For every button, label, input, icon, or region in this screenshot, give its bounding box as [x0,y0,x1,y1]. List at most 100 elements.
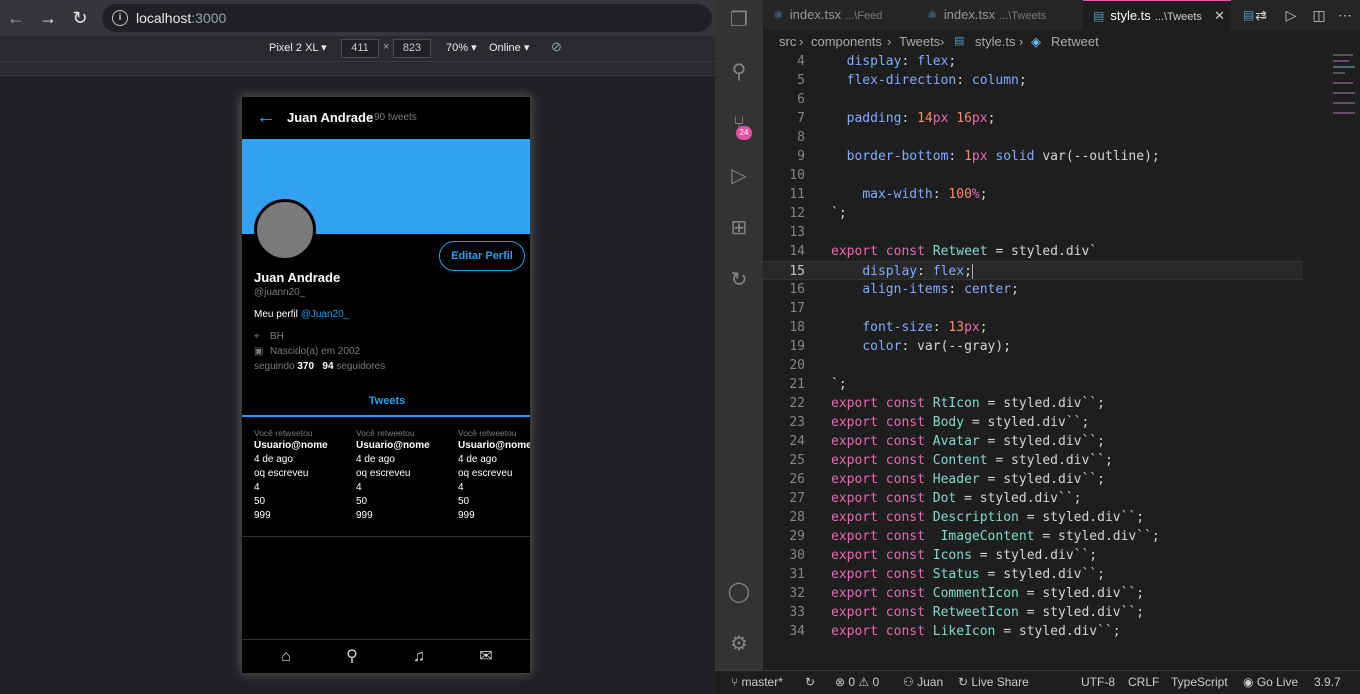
split-editor-icon[interactable]: ◫ [1308,4,1330,26]
viewport-width-input[interactable]: 411 [341,39,379,58]
live-share-icon[interactable]: ↻ [727,268,751,292]
browser-window: ← → ↻ i localhost:3000 Pixel 2 XL ▾ 411 … [0,0,715,694]
line-number: 33 [789,605,805,620]
run-debug-icon[interactable]: ▷ [727,164,751,188]
code-line[interactable]: 29 export const ImageContent = styled.div… [763,527,1303,546]
code-line[interactable]: 5 flex-direction: column; [763,71,1303,90]
code-line[interactable]: 7 padding: 14px 16px; [763,109,1303,128]
eol-indicator[interactable]: CRLF [1128,675,1159,689]
settings-gear-icon[interactable]: ⚙ [727,632,751,656]
line-number: 4 [797,54,805,69]
device-select[interactable]: Pixel 2 XL ▾ [269,41,327,54]
code-line[interactable]: 16 align-items: center; [763,280,1303,299]
code-editor[interactable]: 4 display: flex; 5 flex-direction: column… [763,52,1360,670]
git-branch[interactable]: ⑂ master* [731,675,783,689]
status-bar: ⑂ master* ↻ ⊗ 0 ⚠ 0 ⚇ Juan ↻ Live Share … [715,670,1360,694]
code-line[interactable]: 11 max-width: 100%; [763,185,1303,204]
code-line[interactable]: 24 export const Avatar = styled.div``; [763,432,1303,451]
edit-profile-button[interactable]: Editar Perfil [439,241,525,271]
breadcrumb-item[interactable]: Retweet [1051,34,1099,49]
minimap-line [1333,72,1345,74]
code-line[interactable]: 20 [763,356,1303,375]
code-line[interactable]: 31 export const Status = styled.div``; [763,565,1303,584]
editor-tabs: ⚛ index.tsx ...\Feed ⚛ index.tsx ...\Tweets … [763,0,1360,30]
code-line[interactable]: 33 export const RetweetIcon = styled.div`… [763,603,1303,622]
breadcrumb-item[interactable]: Tweets [899,34,940,49]
line-number: 9 [797,149,805,164]
back-arrow-icon[interactable]: ← [4,6,28,30]
line-number: 12 [789,206,805,221]
code-line[interactable]: 17 [763,299,1303,318]
line-number: 10 [789,168,805,183]
code-line[interactable]: 10 [763,166,1303,185]
viewport-height-input[interactable]: 823 [393,39,431,58]
code-line[interactable]: 25 export const Content = styled.div``; [763,451,1303,470]
code-line[interactable]: 14 export const Retweet = styled.div` [763,242,1303,261]
code-line[interactable]: 32 export const CommentIcon = styled.div`… [763,584,1303,603]
user-indicator[interactable]: ⚇ Juan [903,675,943,689]
search-icon[interactable]: ⚲ [727,60,751,84]
mail-icon[interactable]: ✉ [475,646,497,668]
rotate-icon[interactable]: ⊘ [551,39,562,55]
code-line[interactable]: 30 export const Icons = styled.div``; [763,546,1303,565]
code-line[interactable]: 6 [763,90,1303,109]
code-line[interactable]: 34 export const LikeIcon = styled.div``; [763,622,1303,641]
account-icon[interactable]: ◯ [727,580,751,604]
tab-index-feed[interactable]: ⚛ index.tsx ...\Feed [763,0,913,30]
react-icon: ⚛ [773,8,784,22]
code-line[interactable]: 21 `; [763,375,1303,394]
code-line[interactable]: 19 color: var(--gray); [763,337,1303,356]
forward-arrow-icon[interactable]: → [36,6,60,30]
zoom-select[interactable]: 70% ▾ [446,41,477,54]
home-icon[interactable]: ⌂ [275,646,297,668]
code-line[interactable]: 26 export const Header = styled.div``; [763,470,1303,489]
back-arrow-icon[interactable]: ← [256,106,276,129]
code-text: max-width: 100%; [862,187,988,202]
code-line[interactable]: 9 border-bottom: 1px solid var(--outline… [763,147,1303,166]
bell-icon[interactable]: ♫ [408,646,430,668]
sync-icon[interactable]: ↻ [805,675,815,689]
minimap[interactable] [1333,52,1357,122]
tab-style-tweets[interactable]: ▤ style.ts ...\Tweets ✕ [1083,0,1231,30]
retweet-list: Você retweetou Usuario@nome 4 de ago oq … [242,427,530,537]
version-indicator[interactable]: 3.9.7 [1314,675,1341,689]
retweet-item[interactable]: Você retweetou Usuario@nome 4 de ago oq … [458,427,530,523]
tab-tweets[interactable]: Tweets [242,389,530,417]
line-number: 13 [789,225,805,240]
search-icon[interactable]: ⚲ [341,646,363,668]
breadcrumb-item[interactable]: src [779,34,796,49]
explorer-icon[interactable]: ❐ [727,8,751,32]
encoding-indicator[interactable]: UTF-8 [1081,675,1115,689]
code-line[interactable]: 15 display: flex; [763,261,1303,280]
retweet-item[interactable]: Você retweetou Usuario@nome 4 de ago oq … [356,427,458,523]
language-mode[interactable]: TypeScript [1171,675,1228,689]
code-line[interactable]: 4 display: flex; [763,52,1303,71]
line-number: 34 [789,624,805,639]
breadcrumb-item[interactable]: style.ts [975,34,1015,49]
code-line[interactable]: 28 export const Description = styled.div`… [763,508,1303,527]
tab-index-tweets[interactable]: ⚛ index.tsx ...\Tweets [917,0,1082,30]
go-live-button[interactable]: ◉ Go Live [1243,675,1298,689]
problems-indicator[interactable]: ⊗ 0 ⚠ 0 [835,675,879,689]
address-bar[interactable]: i localhost:3000 [102,4,712,32]
breadcrumb-item[interactable]: components [811,34,882,49]
run-icon[interactable]: ▷ [1280,4,1302,26]
site-info-icon[interactable]: i [112,10,128,26]
compare-icon[interactable]: ⇄ [1250,4,1272,26]
code-line[interactable]: 22 export const RtIcon = styled.div``; [763,394,1303,413]
code-line[interactable]: 8 [763,128,1303,147]
code-line[interactable]: 13 [763,223,1303,242]
network-select[interactable]: Online ▾ [489,41,529,54]
live-share-button[interactable]: ↻ Live Share [958,675,1029,689]
code-line[interactable]: 23 export const Body = styled.div``; [763,413,1303,432]
code-line[interactable]: 27 export const Dot = styled.div``; [763,489,1303,508]
bio-link[interactable]: @Juan20_ [301,309,350,320]
close-tab-icon[interactable]: ✕ [1214,1,1225,30]
code-line[interactable]: 18 font-size: 13px; [763,318,1303,337]
reload-icon[interactable]: ↻ [68,6,92,30]
more-icon[interactable]: ⋯ [1334,4,1356,26]
code-line[interactable]: 12 `; [763,204,1303,223]
code-text: export const RtIcon = styled.div``; [831,396,1105,411]
retweet-item[interactable]: Você retweetou Usuario@nome 4 de ago oq … [254,427,356,523]
extensions-icon[interactable]: ⊞ [727,216,751,240]
